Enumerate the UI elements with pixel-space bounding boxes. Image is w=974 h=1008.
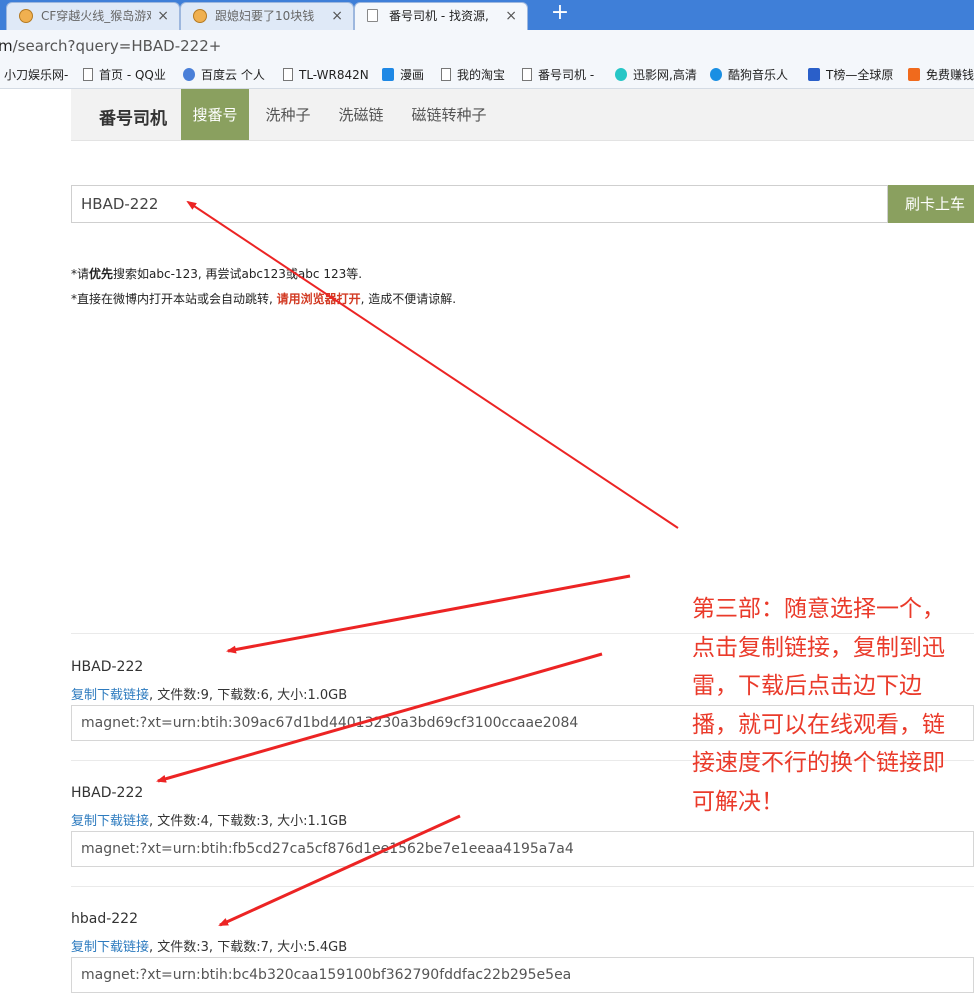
arrow-to-result-2 [156, 652, 603, 783]
instruction-annotation: 第三部：随意选择一个，点击复制链接，复制到迅雷，下载后点击边下边播，就可以在线观… [692, 596, 945, 815]
arrow-to-result-3 [218, 814, 461, 927]
arrow-to-search [186, 200, 679, 529]
annotation-arrows [156, 200, 679, 927]
arrow-to-result-1 [226, 574, 631, 654]
